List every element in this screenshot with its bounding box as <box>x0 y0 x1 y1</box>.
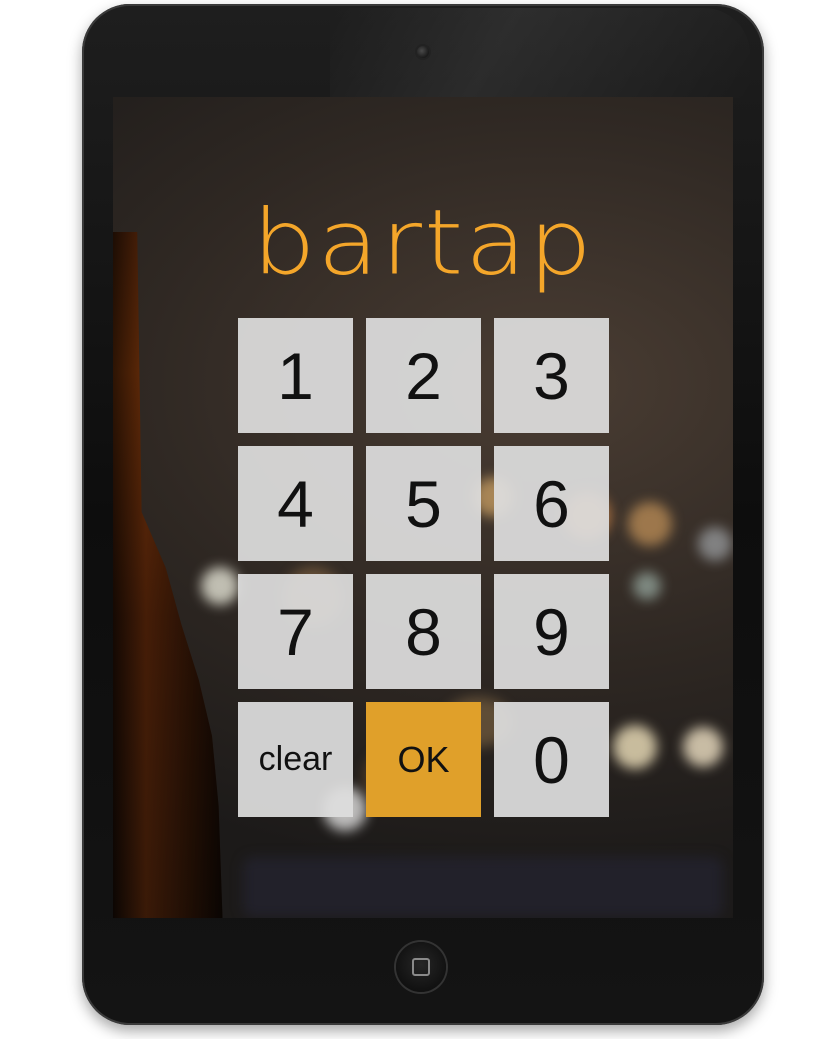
beer-bottle-image <box>113 232 223 918</box>
key-8[interactable]: 8 <box>366 574 481 689</box>
app-screen: bartap 1 2 3 4 5 6 7 8 9 clear OK 0 <box>113 97 733 918</box>
key-7[interactable]: 7 <box>238 574 353 689</box>
clear-button[interactable]: clear <box>238 702 353 817</box>
key-1[interactable]: 1 <box>238 318 353 433</box>
app-logo: bartap <box>252 189 594 296</box>
key-9[interactable]: 9 <box>494 574 609 689</box>
key-3[interactable]: 3 <box>494 318 609 433</box>
key-0[interactable]: 0 <box>494 702 609 817</box>
home-button[interactable] <box>396 942 446 992</box>
camera-icon <box>417 46 429 58</box>
key-4[interactable]: 4 <box>238 446 353 561</box>
key-5[interactable]: 5 <box>366 446 481 561</box>
home-button-icon <box>412 958 430 976</box>
key-6[interactable]: 6 <box>494 446 609 561</box>
key-2[interactable]: 2 <box>366 318 481 433</box>
ok-button[interactable]: OK <box>366 702 481 817</box>
